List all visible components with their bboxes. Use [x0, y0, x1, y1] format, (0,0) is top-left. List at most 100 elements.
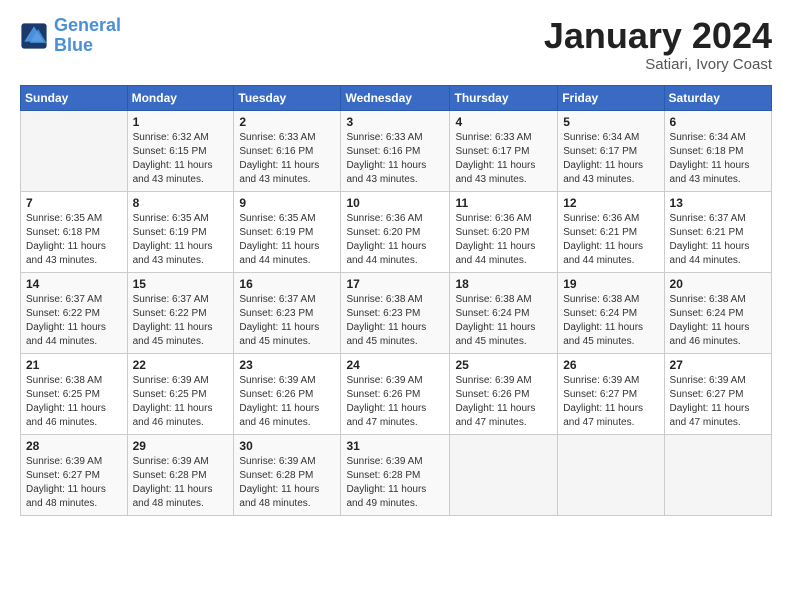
day-info: Sunrise: 6:37 AM Sunset: 6:21 PM Dayligh…: [670, 212, 766, 268]
table-row: 19 Sunrise: 6:38 AM Sunset: 6:24 PM Dayl…: [558, 272, 664, 353]
day-number: 7: [26, 196, 122, 210]
sunrise-text: Sunrise: 6:38 AM: [455, 293, 552, 307]
calendar-week-row: 1 Sunrise: 6:32 AM Sunset: 6:15 PM Dayli…: [21, 110, 772, 191]
table-row: 17 Sunrise: 6:38 AM Sunset: 6:23 PM Dayl…: [341, 272, 450, 353]
sunset-text: Sunset: 6:15 PM: [133, 145, 229, 159]
sunrise-text: Sunrise: 6:33 AM: [455, 131, 552, 145]
day-number: 10: [346, 196, 444, 210]
table-row: 22 Sunrise: 6:39 AM Sunset: 6:25 PM Dayl…: [127, 353, 234, 434]
day-info: Sunrise: 6:38 AM Sunset: 6:24 PM Dayligh…: [455, 293, 552, 349]
table-row: 28 Sunrise: 6:39 AM Sunset: 6:27 PM Dayl…: [21, 434, 128, 515]
daylight-text: Daylight: 11 hours and 46 minutes.: [133, 402, 229, 430]
table-row: 1 Sunrise: 6:32 AM Sunset: 6:15 PM Dayli…: [127, 110, 234, 191]
sunset-text: Sunset: 6:22 PM: [26, 307, 122, 321]
day-info: Sunrise: 6:32 AM Sunset: 6:15 PM Dayligh…: [133, 131, 229, 187]
sunset-text: Sunset: 6:19 PM: [239, 226, 335, 240]
sunrise-text: Sunrise: 6:37 AM: [239, 293, 335, 307]
sunrise-text: Sunrise: 6:39 AM: [346, 455, 444, 469]
table-row: 16 Sunrise: 6:37 AM Sunset: 6:23 PM Dayl…: [234, 272, 341, 353]
day-info: Sunrise: 6:38 AM Sunset: 6:24 PM Dayligh…: [563, 293, 658, 349]
day-number: 28: [26, 439, 122, 453]
day-number: 17: [346, 277, 444, 291]
sunset-text: Sunset: 6:20 PM: [455, 226, 552, 240]
sunrise-text: Sunrise: 6:33 AM: [239, 131, 335, 145]
sunset-text: Sunset: 6:24 PM: [670, 307, 766, 321]
sunset-text: Sunset: 6:25 PM: [133, 388, 229, 402]
sunrise-text: Sunrise: 6:39 AM: [563, 374, 658, 388]
day-number: 19: [563, 277, 658, 291]
daylight-text: Daylight: 11 hours and 46 minutes.: [670, 321, 766, 349]
day-number: 27: [670, 358, 766, 372]
sunset-text: Sunset: 6:23 PM: [346, 307, 444, 321]
sunrise-text: Sunrise: 6:38 AM: [346, 293, 444, 307]
table-row: 23 Sunrise: 6:39 AM Sunset: 6:26 PM Dayl…: [234, 353, 341, 434]
day-info: Sunrise: 6:39 AM Sunset: 6:28 PM Dayligh…: [346, 455, 444, 511]
sunset-text: Sunset: 6:25 PM: [26, 388, 122, 402]
table-row: 26 Sunrise: 6:39 AM Sunset: 6:27 PM Dayl…: [558, 353, 664, 434]
daylight-text: Daylight: 11 hours and 44 minutes.: [455, 240, 552, 268]
sunset-text: Sunset: 6:22 PM: [133, 307, 229, 321]
col-saturday: Saturday: [664, 85, 771, 110]
header: General Blue January 2024 Satiari, Ivory…: [20, 16, 772, 73]
sunset-text: Sunset: 6:27 PM: [670, 388, 766, 402]
sunrise-text: Sunrise: 6:37 AM: [670, 212, 766, 226]
table-row: 29 Sunrise: 6:39 AM Sunset: 6:28 PM Dayl…: [127, 434, 234, 515]
sunset-text: Sunset: 6:21 PM: [670, 226, 766, 240]
day-info: Sunrise: 6:39 AM Sunset: 6:25 PM Dayligh…: [133, 374, 229, 430]
day-number: 20: [670, 277, 766, 291]
day-info: Sunrise: 6:39 AM Sunset: 6:28 PM Dayligh…: [239, 455, 335, 511]
col-thursday: Thursday: [450, 85, 558, 110]
table-row: 15 Sunrise: 6:37 AM Sunset: 6:22 PM Dayl…: [127, 272, 234, 353]
sunrise-text: Sunrise: 6:33 AM: [346, 131, 444, 145]
daylight-text: Daylight: 11 hours and 43 minutes.: [670, 159, 766, 187]
day-info: Sunrise: 6:36 AM Sunset: 6:21 PM Dayligh…: [563, 212, 658, 268]
day-info: Sunrise: 6:34 AM Sunset: 6:18 PM Dayligh…: [670, 131, 766, 187]
sunset-text: Sunset: 6:18 PM: [26, 226, 122, 240]
sunrise-text: Sunrise: 6:34 AM: [670, 131, 766, 145]
sunset-text: Sunset: 6:16 PM: [346, 145, 444, 159]
table-row: 24 Sunrise: 6:39 AM Sunset: 6:26 PM Dayl…: [341, 353, 450, 434]
daylight-text: Daylight: 11 hours and 47 minutes.: [455, 402, 552, 430]
day-number: 2: [239, 115, 335, 129]
day-number: 24: [346, 358, 444, 372]
table-row: 2 Sunrise: 6:33 AM Sunset: 6:16 PM Dayli…: [234, 110, 341, 191]
day-info: Sunrise: 6:37 AM Sunset: 6:22 PM Dayligh…: [26, 293, 122, 349]
day-number: 18: [455, 277, 552, 291]
day-info: Sunrise: 6:38 AM Sunset: 6:25 PM Dayligh…: [26, 374, 122, 430]
daylight-text: Daylight: 11 hours and 44 minutes.: [670, 240, 766, 268]
col-wednesday: Wednesday: [341, 85, 450, 110]
sunrise-text: Sunrise: 6:39 AM: [26, 455, 122, 469]
day-number: 11: [455, 196, 552, 210]
day-number: 26: [563, 358, 658, 372]
day-info: Sunrise: 6:39 AM Sunset: 6:27 PM Dayligh…: [563, 374, 658, 430]
daylight-text: Daylight: 11 hours and 43 minutes.: [346, 159, 444, 187]
calendar-week-row: 14 Sunrise: 6:37 AM Sunset: 6:22 PM Dayl…: [21, 272, 772, 353]
sunrise-text: Sunrise: 6:39 AM: [133, 455, 229, 469]
calendar-week-row: 7 Sunrise: 6:35 AM Sunset: 6:18 PM Dayli…: [21, 191, 772, 272]
sunrise-text: Sunrise: 6:35 AM: [26, 212, 122, 226]
sunset-text: Sunset: 6:26 PM: [239, 388, 335, 402]
day-number: 31: [346, 439, 444, 453]
sunrise-text: Sunrise: 6:35 AM: [133, 212, 229, 226]
daylight-text: Daylight: 11 hours and 43 minutes.: [26, 240, 122, 268]
daylight-text: Daylight: 11 hours and 48 minutes.: [239, 483, 335, 511]
daylight-text: Daylight: 11 hours and 43 minutes.: [455, 159, 552, 187]
logo-text: General Blue: [54, 16, 121, 56]
sunset-text: Sunset: 6:26 PM: [455, 388, 552, 402]
calendar-week-row: 28 Sunrise: 6:39 AM Sunset: 6:27 PM Dayl…: [21, 434, 772, 515]
sunset-text: Sunset: 6:16 PM: [239, 145, 335, 159]
sunrise-text: Sunrise: 6:39 AM: [239, 374, 335, 388]
day-info: Sunrise: 6:39 AM Sunset: 6:26 PM Dayligh…: [239, 374, 335, 430]
sunrise-text: Sunrise: 6:35 AM: [239, 212, 335, 226]
daylight-text: Daylight: 11 hours and 45 minutes.: [346, 321, 444, 349]
day-info: Sunrise: 6:37 AM Sunset: 6:23 PM Dayligh…: [239, 293, 335, 349]
daylight-text: Daylight: 11 hours and 45 minutes.: [133, 321, 229, 349]
day-info: Sunrise: 6:36 AM Sunset: 6:20 PM Dayligh…: [455, 212, 552, 268]
logo-line2: Blue: [54, 35, 93, 55]
sunset-text: Sunset: 6:26 PM: [346, 388, 444, 402]
sunrise-text: Sunrise: 6:39 AM: [346, 374, 444, 388]
day-number: 15: [133, 277, 229, 291]
day-info: Sunrise: 6:39 AM Sunset: 6:27 PM Dayligh…: [26, 455, 122, 511]
day-number: 29: [133, 439, 229, 453]
title-block: January 2024 Satiari, Ivory Coast: [544, 16, 772, 73]
